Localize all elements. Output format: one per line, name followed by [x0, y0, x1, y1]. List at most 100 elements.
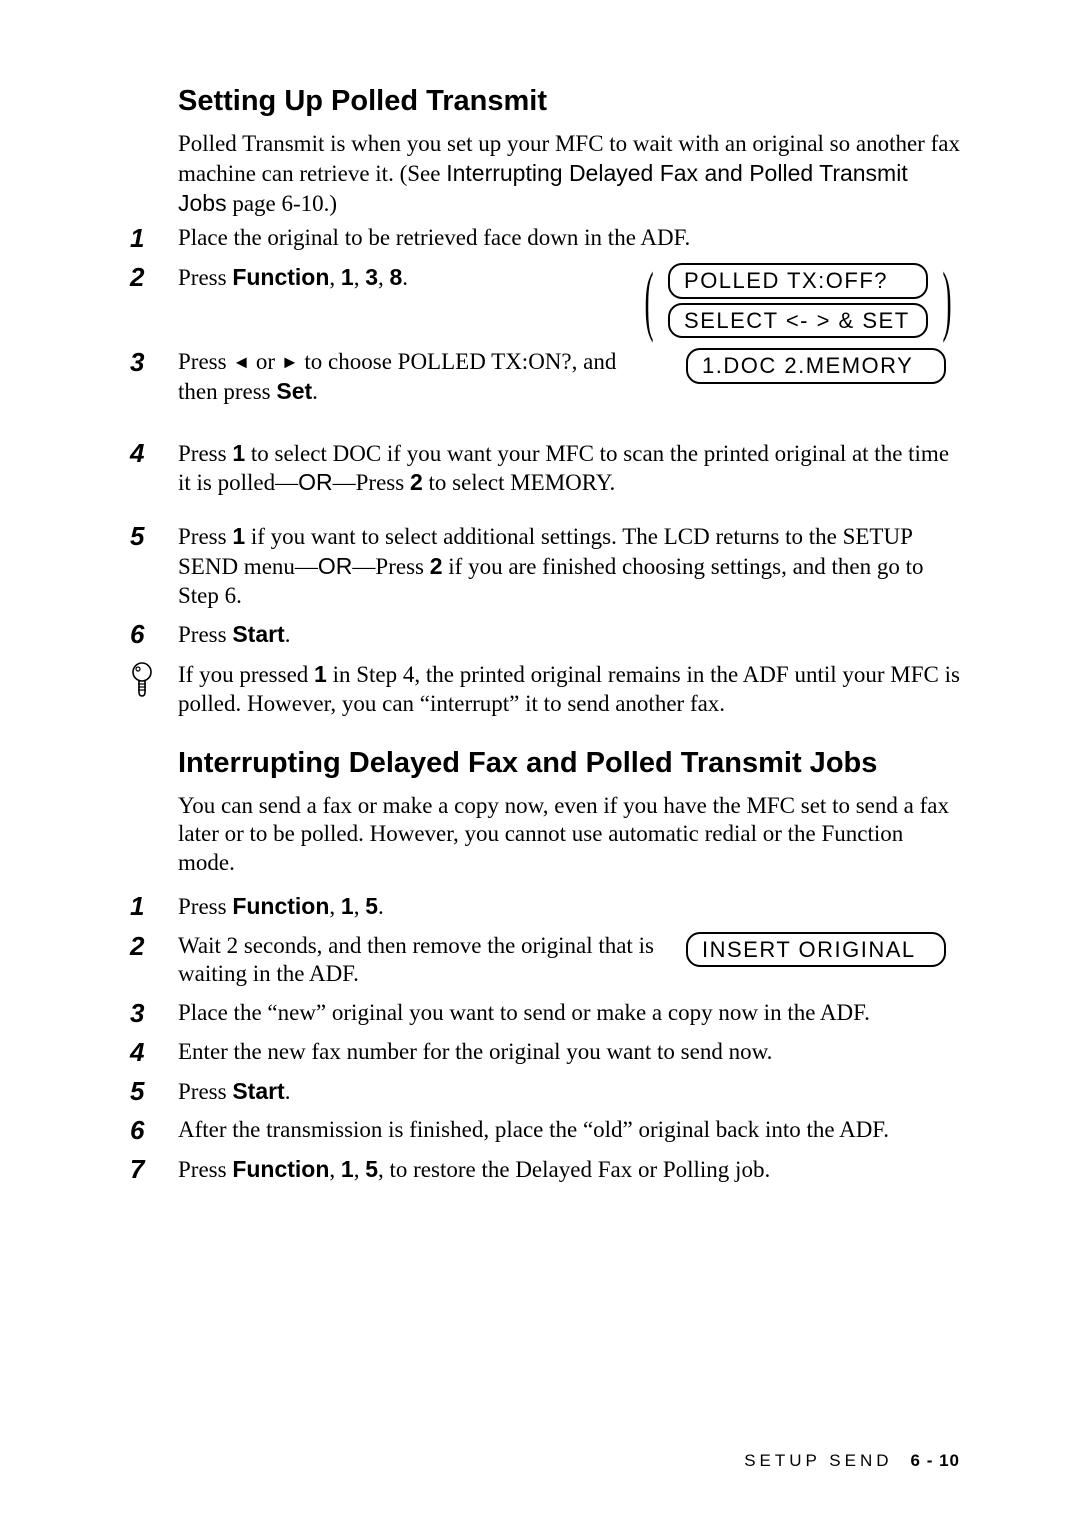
- step-3: 3 Place the “new” original you want to s…: [130, 999, 960, 1028]
- t: ,: [329, 265, 341, 290]
- key-5: 5: [365, 893, 378, 919]
- lcd-line: INSERT ORIGINAL: [686, 932, 946, 968]
- lcd-line: 1.DOC 2.MEMORY: [686, 348, 946, 384]
- step-number: 5: [130, 522, 178, 551]
- paren-right-icon: ): [942, 277, 951, 324]
- step-number: 3: [130, 999, 178, 1028]
- lightbulb-icon: [130, 660, 178, 719]
- t: , to restore the Delayed Fax or Polling …: [378, 1157, 770, 1182]
- t: ,: [354, 265, 366, 290]
- t: ,: [329, 1157, 341, 1182]
- note-text: If you pressed 1 in Step 4, the printed …: [178, 660, 960, 719]
- lcd-display-group: ( POLLED TX:OFF? SELECT <- > & SET ): [636, 263, 960, 338]
- intro-paragraph: Polled Transmit is when you set up your …: [178, 130, 960, 218]
- step-6: 6 Press Start.: [130, 620, 960, 650]
- t: .: [285, 1079, 291, 1104]
- step-5: 5 Press Start.: [130, 1077, 960, 1107]
- key-1: 1: [341, 1156, 354, 1182]
- step-4: 4 Enter the new fax number for the origi…: [130, 1038, 960, 1067]
- page-number: 6 - 10: [911, 1451, 960, 1470]
- step-number: 1: [130, 892, 178, 921]
- key-8: 8: [390, 264, 403, 290]
- t: If you pressed: [178, 662, 314, 687]
- steps-list-1b: 4 Press 1 to select DOC if you want your…: [130, 439, 960, 499]
- paren-left-icon: (: [644, 277, 653, 324]
- step-number: 4: [130, 439, 178, 468]
- t: —Press: [352, 554, 429, 579]
- steps-list-1c: 5 Press 1 if you want to select addition…: [130, 522, 960, 650]
- step-text: Place the “new” original you want to sen…: [178, 999, 960, 1028]
- or-text: OR: [318, 553, 353, 579]
- step-7: 7 Press Function, 1, 5, to restore the D…: [130, 1155, 960, 1185]
- footer-section: SETUP SEND: [744, 1451, 892, 1470]
- step-number: 6: [130, 1116, 178, 1145]
- step-2: 2 Wait 2 seconds, and then remove the or…: [130, 932, 960, 990]
- key-function: Function: [232, 893, 329, 919]
- t: Press: [178, 894, 232, 919]
- t: Press: [178, 1157, 232, 1182]
- t: .: [402, 265, 408, 290]
- steps-list-2: 1 Press Function, 1, 5. 2 Wait 2 seconds…: [130, 892, 960, 1185]
- step-number: 2: [130, 932, 178, 961]
- step-number: 4: [130, 1038, 178, 1067]
- key-start: Start: [232, 621, 284, 647]
- note-callout: If you pressed 1 in Step 4, the printed …: [130, 660, 960, 719]
- step-1: 1 Press Function, 1, 5.: [130, 892, 960, 922]
- step-text: Press 1 to select DOC if you want your M…: [178, 439, 960, 499]
- t: .: [285, 622, 291, 647]
- lcd-line: SELECT <- > & SET: [668, 303, 928, 339]
- step-number: 6: [130, 620, 178, 649]
- t: to select MEMORY.: [423, 470, 616, 495]
- step-3: 3 Press ◄ or ► to choose POLLED TX:ON?, …: [130, 348, 960, 407]
- intro-text-b: page 6-10.): [227, 191, 338, 216]
- step-number: 3: [130, 348, 178, 377]
- step-number: 7: [130, 1155, 178, 1184]
- or-text: OR: [298, 469, 333, 495]
- key-2: 2: [430, 553, 443, 579]
- page-footer: SETUP SEND 6 - 10: [744, 1451, 960, 1471]
- t: Press: [178, 265, 232, 290]
- t: ,: [378, 265, 390, 290]
- step-text: Press Start.: [178, 620, 960, 650]
- t: .: [312, 379, 318, 404]
- step-text: Press Start.: [178, 1077, 960, 1107]
- key-5: 5: [365, 1156, 378, 1182]
- key-2: 2: [410, 469, 423, 495]
- step-text: Press Function, 1, 5, to restore the Del…: [178, 1155, 960, 1185]
- t: —Press: [333, 470, 410, 495]
- step-text: Press Function, 1, 5.: [178, 892, 960, 922]
- step-text: Press 1 if you want to select additional…: [178, 522, 960, 610]
- lcd-line: POLLED TX:OFF?: [668, 263, 928, 299]
- step-6: 6 After the transmission is finished, pl…: [130, 1116, 960, 1145]
- t: ,: [354, 894, 366, 919]
- key-start: Start: [232, 1078, 284, 1104]
- t: ,: [354, 1157, 366, 1182]
- key-1: 1: [232, 440, 245, 466]
- intro-paragraph-2: You can send a fax or make a copy now, e…: [178, 792, 960, 878]
- step-5: 5 Press 1 if you want to select addition…: [130, 522, 960, 610]
- t: or: [250, 349, 281, 374]
- step-2: 2 Press Function, 1, 3, 8. ( POLLED TX:O…: [130, 263, 960, 338]
- step-4: 4 Press 1 to select DOC if you want your…: [130, 439, 960, 499]
- arrow-right-icon: ►: [281, 351, 299, 374]
- section-title-polled: Setting Up Polled Transmit: [178, 85, 960, 118]
- section-title-interrupt: Interrupting Delayed Fax and Polled Tran…: [178, 747, 960, 780]
- key-3: 3: [365, 264, 378, 290]
- steps-list-1: 1 Place the original to be retrieved fac…: [130, 224, 960, 406]
- step-text: After the transmission is finished, plac…: [178, 1116, 960, 1145]
- step-text: Wait 2 seconds, and then remove the orig…: [178, 932, 656, 990]
- t: .: [378, 894, 384, 919]
- key-1: 1: [314, 661, 327, 687]
- key-function: Function: [232, 264, 329, 290]
- arrow-left-icon: ◄: [232, 351, 250, 374]
- t: Press: [178, 349, 232, 374]
- step-text: Place the original to be retrieved face …: [178, 224, 960, 253]
- step-1: 1 Place the original to be retrieved fac…: [130, 224, 960, 253]
- step-text: Press ◄ or ► to choose POLLED TX:ON?, an…: [178, 348, 656, 407]
- key-1: 1: [341, 893, 354, 919]
- t: Press: [178, 524, 232, 549]
- key-function: Function: [232, 1156, 329, 1182]
- step-number: 5: [130, 1077, 178, 1106]
- t: Press: [178, 1079, 232, 1104]
- key-set: Set: [276, 378, 312, 404]
